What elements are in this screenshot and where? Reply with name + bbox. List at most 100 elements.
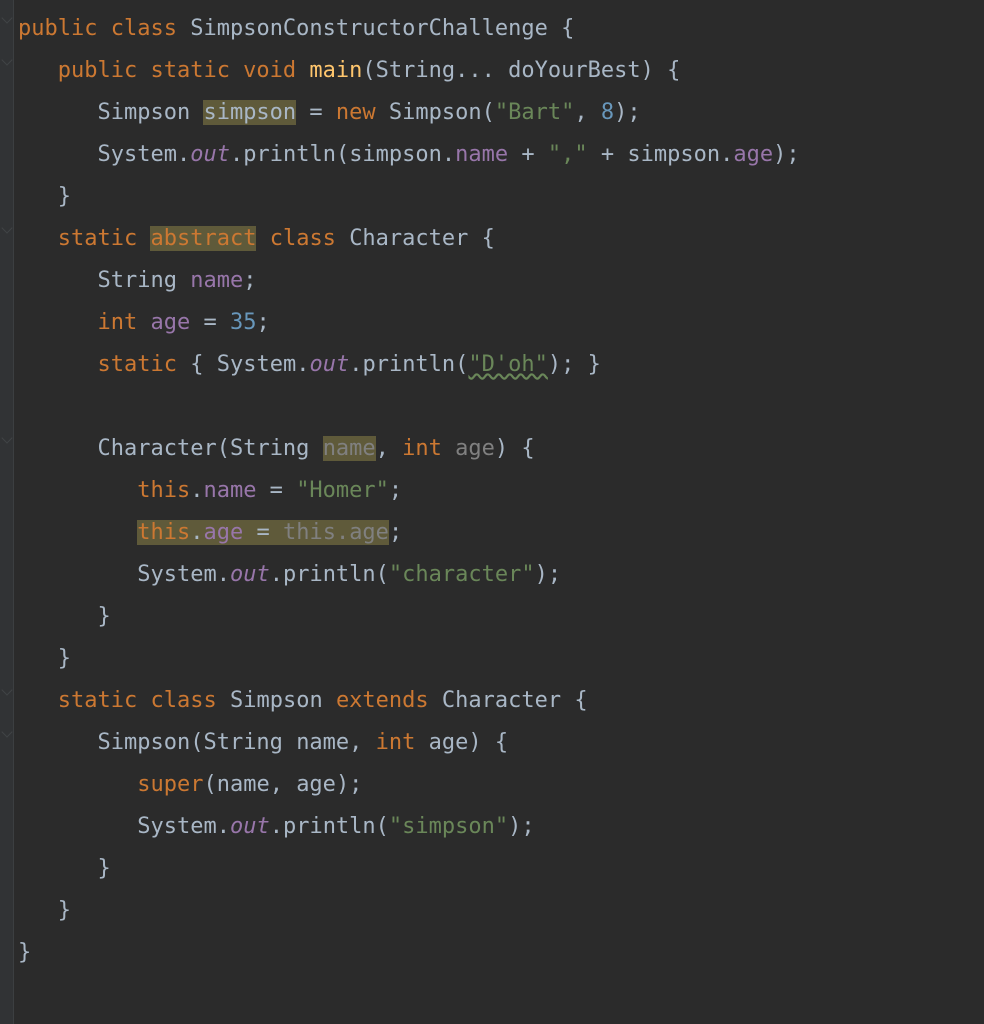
method-call: println <box>283 814 376 839</box>
paren: ( <box>455 352 468 377</box>
keyword: this <box>137 478 190 503</box>
brace: { <box>482 226 495 251</box>
operator: = <box>243 520 283 545</box>
blank-line <box>18 394 31 419</box>
paren: ( <box>190 730 203 755</box>
keyword: this <box>137 520 190 545</box>
code-line: System.out.println(simpson.name + "," + … <box>18 142 800 167</box>
brace: } <box>574 352 601 377</box>
keyword: static <box>58 688 137 713</box>
paren: ( <box>482 100 495 125</box>
code-line: } <box>18 898 71 923</box>
paren: ) { <box>495 436 535 461</box>
code-line: Simpson simpson = new Simpson("Bart", 8)… <box>18 100 641 125</box>
code-line: } <box>18 184 71 209</box>
variable-highlighted: simpson <box>203 100 296 125</box>
keyword: super <box>137 772 203 797</box>
semicolon: ; <box>243 268 256 293</box>
dot: . <box>190 478 203 503</box>
brace: { <box>177 352 217 377</box>
comma: , <box>574 100 601 125</box>
code-line: String name; <box>18 268 256 293</box>
field-declaration: name <box>190 268 243 293</box>
keyword: class <box>150 688 216 713</box>
number-literal: 35 <box>230 310 257 335</box>
code-line: } <box>18 940 31 965</box>
paren: ); <box>336 772 363 797</box>
parameter-highlighted: name <box>323 436 376 461</box>
static-field: out <box>230 562 270 587</box>
argument: name <box>217 772 270 797</box>
field-access: age <box>203 520 243 545</box>
varargs: ... <box>455 58 495 83</box>
static-field: out <box>190 142 230 167</box>
dot: . <box>177 142 190 167</box>
field-declaration: age <box>150 310 190 335</box>
dot: . <box>230 142 243 167</box>
code-line: } <box>18 856 111 881</box>
constructor-name: Simpson <box>97 730 190 755</box>
identifier: simpson <box>627 142 720 167</box>
field-access: name <box>455 142 508 167</box>
code-line: this.name = "Homer"; <box>18 478 402 503</box>
type: String <box>203 730 282 755</box>
paren: ) { <box>641 58 681 83</box>
superclass-name: Character <box>442 688 561 713</box>
field-access: name <box>203 478 256 503</box>
method-call: println <box>362 352 455 377</box>
dot: . <box>296 352 309 377</box>
dot: . <box>217 562 230 587</box>
paren: ( <box>336 142 349 167</box>
identifier: System <box>137 562 216 587</box>
keyword: public static void <box>58 58 296 83</box>
string-literal: "Homer" <box>296 478 389 503</box>
constructor-call: Simpson <box>389 100 482 125</box>
operator: + <box>508 142 548 167</box>
keyword: int <box>97 310 137 335</box>
dot: . <box>720 142 733 167</box>
keyword: new <box>336 100 376 125</box>
code-line: System.out.println("character"); <box>18 562 561 587</box>
paren: ( <box>376 814 389 839</box>
dot: . <box>336 520 349 545</box>
static-field: out <box>309 352 349 377</box>
dot: . <box>270 814 283 839</box>
paren: ); <box>614 100 641 125</box>
code-line: static class Simpson extends Character { <box>18 688 588 713</box>
keyword: static <box>58 226 137 251</box>
keyword-highlighted: abstract <box>150 226 256 251</box>
class-name: SimpsonConstructorChallenge <box>190 16 548 41</box>
brace: } <box>97 604 110 629</box>
editor-gutter <box>0 0 14 1024</box>
paren: ); <box>508 814 535 839</box>
keyword: static <box>97 352 176 377</box>
code-editor[interactable]: public class SimpsonConstructorChallenge… <box>18 8 984 974</box>
field-access: age <box>733 142 773 167</box>
brace: } <box>58 646 71 671</box>
paren: ); <box>535 562 562 587</box>
code-line: } <box>18 604 111 629</box>
class-name: Character <box>349 226 468 251</box>
code-line: static { System.out.println("D'oh"); } <box>18 352 601 377</box>
keyword: class <box>270 226 336 251</box>
code-line: public static void main(String... doYour… <box>18 58 680 83</box>
keyword: int <box>376 730 416 755</box>
operator: = <box>190 310 230 335</box>
constructor-name: Character <box>97 436 216 461</box>
string-literal: "character" <box>389 562 535 587</box>
field-access-dim: age <box>349 520 389 545</box>
brace: } <box>58 184 71 209</box>
method-name: main <box>309 58 362 83</box>
keyword: class <box>111 16 177 41</box>
paren: ); <box>773 142 800 167</box>
dot: . <box>217 814 230 839</box>
code-line: public class SimpsonConstructorChallenge… <box>18 16 574 41</box>
string-literal: "," <box>548 142 588 167</box>
paren: ) { <box>468 730 508 755</box>
dot: . <box>442 142 455 167</box>
paren: ( <box>376 562 389 587</box>
operator: = <box>256 478 296 503</box>
semicolon: ; <box>389 478 402 503</box>
brace: } <box>97 856 110 881</box>
string-literal-warning: "D'oh" <box>468 352 547 377</box>
